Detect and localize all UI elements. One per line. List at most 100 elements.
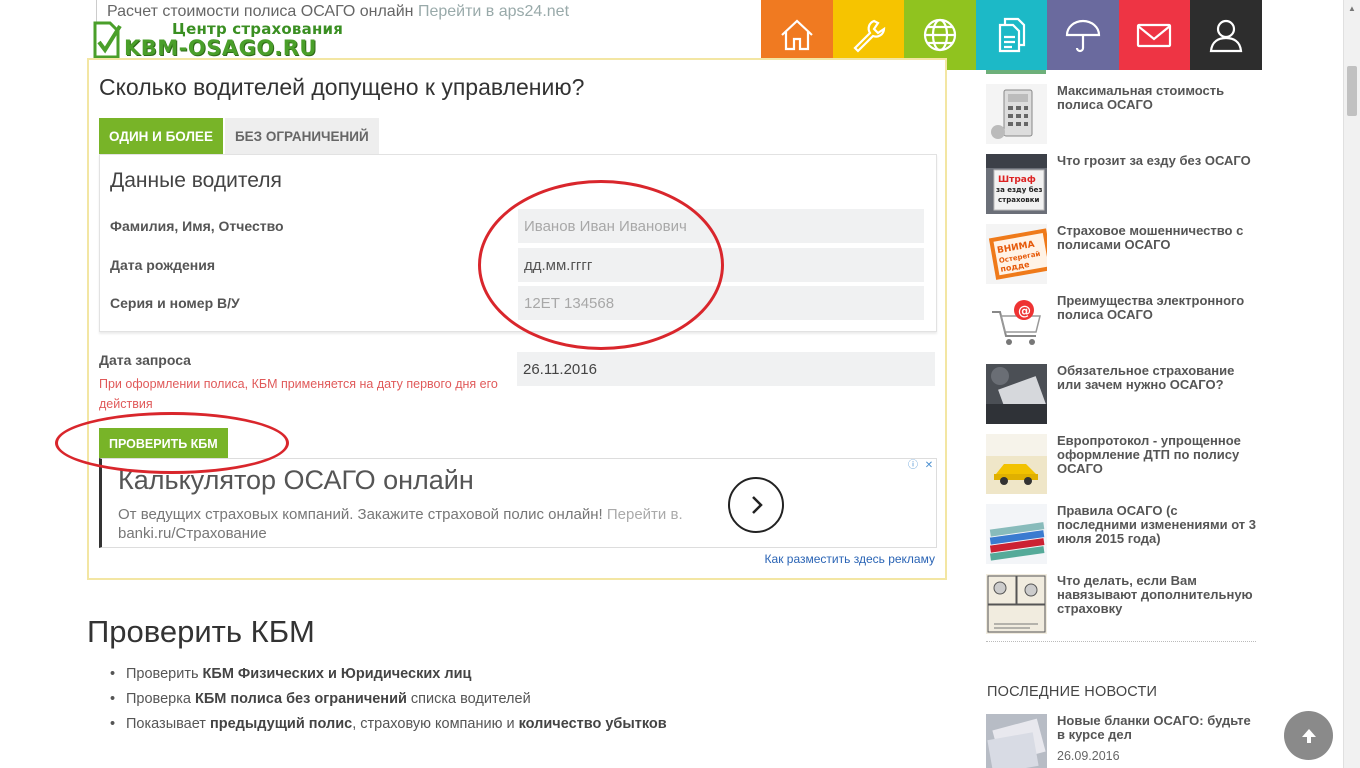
bullet-bold: КБМ полиса без ограничений (194, 691, 407, 707)
mail-icon (1137, 23, 1172, 48)
annotation-ellipse-button (55, 412, 289, 474)
bullet-bold: предыдущий полис (209, 716, 353, 732)
section-title: Проверить КБМ (87, 614, 315, 649)
article-title: Страховое мошенничество с полисами ОСАГО (1057, 223, 1244, 252)
tab-one-or-more[interactable]: ОДИН И БОЛЕЕ (99, 118, 223, 154)
drivers-question: Сколько водителей допущено к управлению? (99, 74, 585, 100)
article-thumbnail (986, 504, 1047, 564)
drivers-tabs: ОДИН И БОЛЕЕ БЕЗ ОГРАНИЧЕНИЙ (99, 118, 379, 154)
svg-text:@: @ (1018, 304, 1031, 319)
article-title: Обязательное страхование или зачем нужно… (1057, 363, 1235, 392)
article-thumbnail (986, 364, 1047, 424)
latest-news-heading: ПОСЛЕДНИЕ НОВОСТИ (987, 684, 1158, 700)
article-title: Что делать, если Вам навязывают дополнит… (1057, 573, 1253, 616)
toy-car-image (986, 434, 1047, 494)
calculator-ad[interactable]: Калькулятор ОСАГО онлайн От ведущих стра… (99, 458, 937, 548)
article-thumbnail: Штраф за езду без страховки (986, 154, 1047, 214)
chevron-right-icon (752, 496, 763, 514)
feature-list: Проверить КБМ Физических и Юридических л… (110, 664, 667, 739)
sidebar-divider (986, 641, 1256, 642)
sidebar-article[interactable]: @ Преимущества электронного полиса ОСАГО (986, 294, 1258, 356)
article-title: Преимущества электронного полиса ОСАГО (1057, 293, 1245, 322)
article-thumbnail (986, 84, 1047, 144)
scroll-up-arrow[interactable]: ▲ (1344, 0, 1360, 16)
article-thumbnail (986, 434, 1047, 494)
request-date-input[interactable] (517, 352, 935, 386)
arrow-up-icon (1301, 728, 1316, 743)
list-item: Показывает предыдущий полис, страховую к… (110, 714, 667, 739)
nav-mail-button[interactable] (1118, 0, 1190, 70)
article-title: Европротокол - упрощенное оформление ДТП… (1057, 433, 1241, 476)
user-icon (1209, 19, 1242, 53)
sidebar-news-item[interactable]: Новые бланки ОСАГО: будьте в курсе дел 2… (986, 714, 1258, 768)
bullet-text: , страховую компанию и (352, 716, 519, 732)
warning-sign-image: ВНИМА Остерегай подде (986, 224, 1047, 284)
article-title: Что грозит за езду без ОСАГО (1057, 153, 1251, 168)
nav-user-button[interactable] (1190, 0, 1262, 70)
site-logo[interactable]: Центр страхования KBM-OSAGO.RU (90, 16, 350, 62)
logo-name: KBM-OSAGO.RU (124, 36, 317, 60)
home-icon (780, 19, 813, 51)
fine-sign-image: Штраф за езду без страховки (986, 154, 1047, 214)
bullet-text: списка водителей (406, 691, 531, 707)
sidebar-article[interactable]: Правила ОСАГО (с последними изменениями … (986, 504, 1258, 566)
nav-documents-button[interactable] (975, 0, 1047, 70)
ad-description: От ведущих страховых компаний. Закажите … (118, 505, 718, 543)
news-thumbnail (986, 714, 1047, 768)
fio-label: Фамилия, Имя, Отчество (110, 218, 284, 234)
wrench-icon (853, 19, 886, 53)
bullet-bold: количество убытков (518, 716, 667, 732)
list-item: Проверка КБМ полиса без ограничений спис… (110, 689, 667, 714)
ad-arrow-button[interactable] (728, 477, 784, 533)
license-label: Серия и номер В/У (110, 295, 240, 311)
article-thumbnail: @ (986, 294, 1047, 354)
bullet-bold: КБМ Физических и Юридических лиц (202, 666, 472, 682)
sidebar-article[interactable]: Штраф за езду без страховки Что грозит з… (986, 154, 1258, 216)
ad-info-icon[interactable]: ⓘ (906, 459, 920, 473)
globe-icon (923, 18, 956, 52)
sidebar-article[interactable]: Европротокол - упрощенное оформление ДТП… (986, 434, 1258, 496)
books-image (986, 504, 1047, 564)
ad-link[interactable]: Перейти в. (607, 506, 683, 523)
article-title: Максимальная стоимость полиса ОСАГО (1057, 83, 1225, 112)
annotation-ellipse-inputs (478, 180, 724, 350)
logo-check-icon (93, 21, 122, 59)
sidebar-article[interactable]: Что делать, если Вам навязывают дополнит… (986, 574, 1258, 636)
ad-domain: banki.ru/Страхование (118, 525, 267, 542)
news-title: Новые бланки ОСАГО: будьте в курсе дел (1057, 713, 1251, 742)
request-date-label: Дата запроса (99, 352, 191, 368)
scroll-thumb[interactable] (1347, 66, 1357, 116)
birth-date-label: Дата рождения (110, 257, 216, 273)
nav-umbrella-button[interactable] (1047, 0, 1119, 70)
sidebar-article[interactable]: Обязательное страхование или зачем нужно… (986, 364, 1258, 426)
article-thumbnail (986, 574, 1047, 634)
top-ad-link[interactable]: Перейти в aps24.net (418, 3, 569, 20)
comic-image (986, 574, 1047, 634)
page-scrollbar[interactable]: ▲ (1343, 0, 1360, 768)
thumb-text: за езду без (996, 186, 1042, 194)
sidebar-top-strip (986, 70, 1046, 74)
thumb-text: Штраф (998, 175, 1036, 185)
bullet-text: Проверка (126, 691, 195, 707)
bullet-text: Проверить (126, 666, 203, 682)
calculator-image (986, 84, 1047, 144)
list-item: Проверить КБМ Физических и Юридических л… (110, 664, 667, 689)
car-document-image (986, 364, 1047, 424)
article-thumbnail: ВНИМА Остерегай подде (986, 224, 1047, 284)
request-date-note: При оформлении полиса, КБМ применяется н… (99, 377, 498, 411)
ad-close-icon[interactable]: ✕ (922, 459, 936, 473)
sidebar-article[interactable]: ВНИМА Остерегай подде Страховое мошеннич… (986, 224, 1258, 286)
sidebar-article[interactable]: Максимальная стоимость полиса ОСАГО (986, 84, 1258, 146)
bullet-text: Показывает (126, 716, 210, 732)
umbrella-icon (1065, 19, 1100, 53)
forms-image (986, 714, 1047, 768)
ad-placement-link[interactable]: Как разместить здесь рекламу (765, 552, 935, 566)
news-date: 26.09.2016 (1057, 749, 1120, 763)
driver-data-title: Данные водителя (110, 169, 282, 192)
ad-badges: ⓘ ✕ (906, 459, 936, 473)
scroll-to-top-button[interactable] (1284, 711, 1333, 760)
article-title: Правила ОСАГО (с последними изменениями … (1057, 503, 1257, 546)
documents-icon (999, 17, 1026, 53)
thumb-text: страховки (998, 196, 1039, 204)
tab-unlimited[interactable]: БЕЗ ОГРАНИЧЕНИЙ (224, 118, 379, 154)
